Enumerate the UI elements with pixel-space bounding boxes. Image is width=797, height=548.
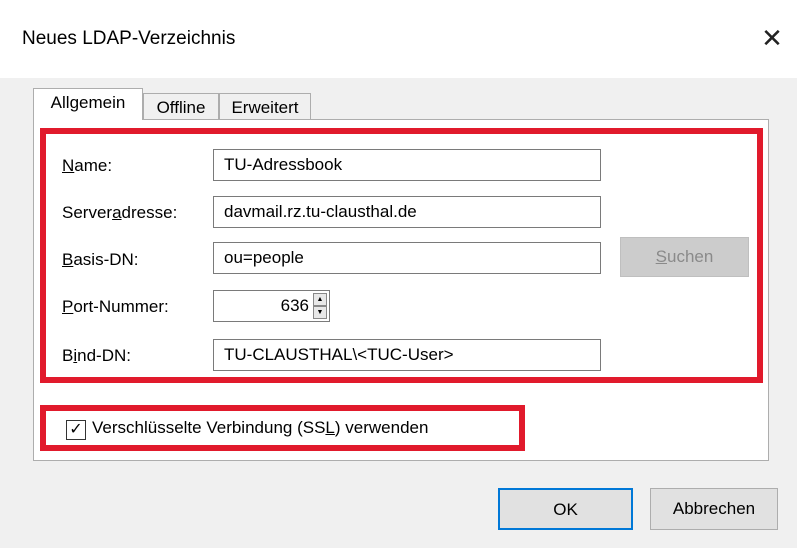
tab-offline[interactable]: Offline: [143, 93, 219, 121]
close-icon[interactable]: ✕: [752, 18, 792, 58]
ldap-dialog: Neues LDAP-Verzeichnis ✕ Allgemein Offli…: [0, 0, 797, 548]
highlight-frame-ssl: [40, 405, 525, 451]
tab-label: Allgemein: [50, 93, 126, 112]
window-title: Neues LDAP-Verzeichnis: [22, 28, 236, 49]
tab-label: Erweitert: [231, 98, 299, 117]
tab-erweitert[interactable]: Erweitert: [219, 93, 311, 121]
ok-button[interactable]: OK: [498, 488, 633, 530]
tab-allgemein[interactable]: Allgemein: [33, 88, 143, 120]
tab-label: Offline: [156, 98, 206, 117]
title-bar: Neues LDAP-Verzeichnis ✕: [0, 0, 797, 78]
cancel-button[interactable]: Abbrechen: [650, 488, 778, 530]
highlight-frame-fields: [40, 128, 763, 383]
